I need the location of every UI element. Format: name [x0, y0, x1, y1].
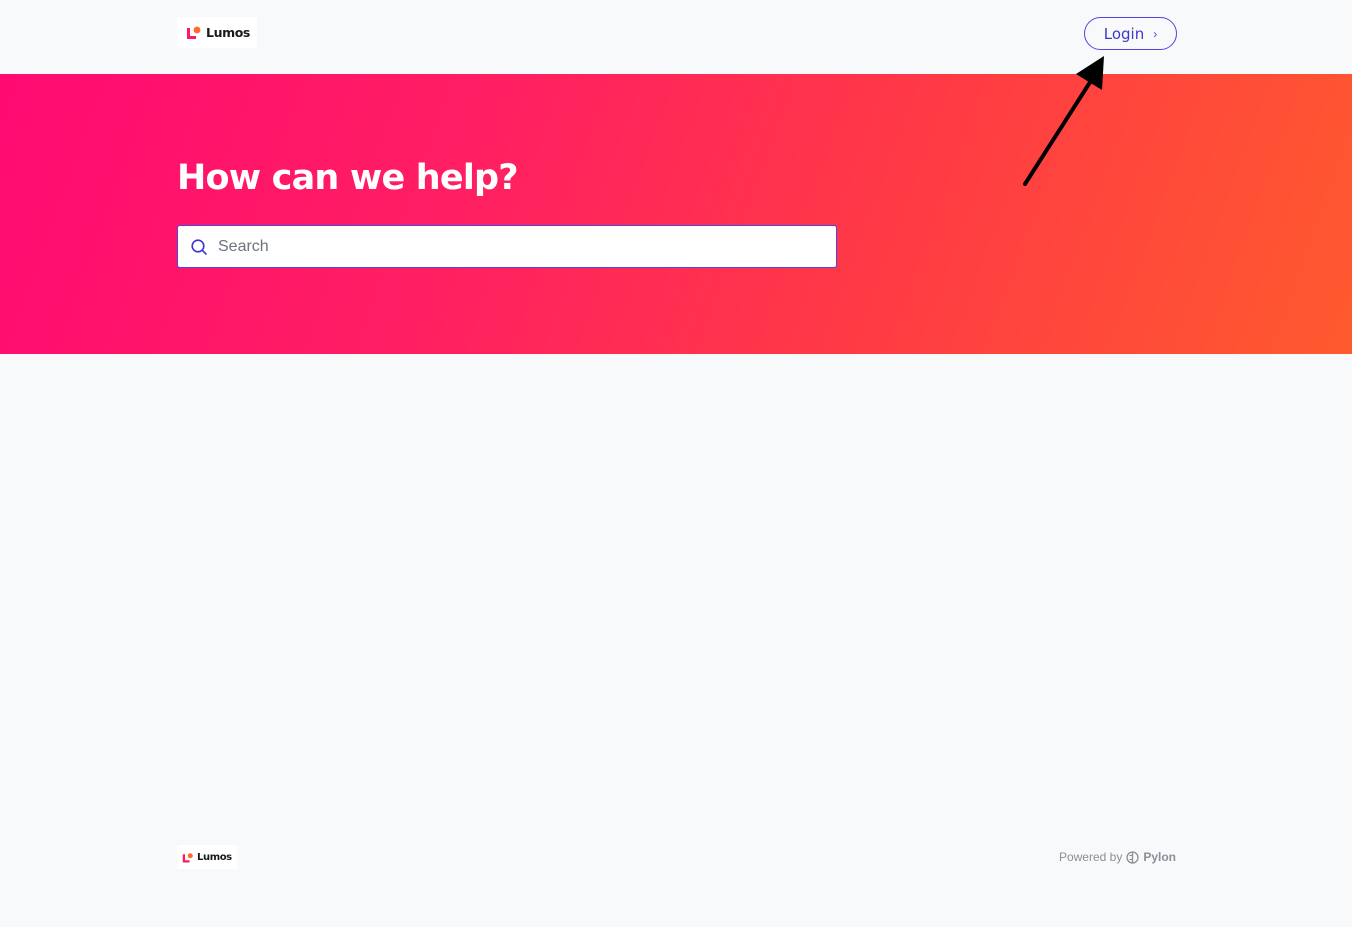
login-button[interactable]: Login ›: [1084, 17, 1177, 50]
footer-logo[interactable]: Lumos: [177, 845, 237, 869]
page-title: How can we help?: [177, 158, 519, 198]
search-input[interactable]: [218, 226, 836, 267]
powered-by-link[interactable]: Powered by Pylon: [1059, 850, 1176, 864]
header-logo[interactable]: Lumos: [177, 17, 257, 48]
annotation-arrow: [1023, 56, 1104, 186]
pylon-logo-icon: [1126, 850, 1139, 864]
provider-name: Pylon: [1143, 850, 1176, 864]
lumos-logo-icon: [186, 25, 202, 41]
page: Lumos Login › How can we help? Search Lu…: [0, 0, 1352, 927]
login-label: Login: [1103, 24, 1145, 43]
chevron-right-icon: ›: [1153, 26, 1158, 41]
search-box[interactable]: [177, 225, 837, 268]
footer-logo-text: Lumos: [197, 851, 232, 863]
lumos-logo-icon: [182, 851, 194, 863]
logo-text: Lumos: [206, 25, 250, 40]
powered-by-label: Powered by: [1058, 850, 1123, 864]
hero-banner: How can we help?: [0, 74, 1352, 354]
header: Lumos Login ›: [0, 0, 1352, 74]
search-icon: [190, 238, 208, 256]
